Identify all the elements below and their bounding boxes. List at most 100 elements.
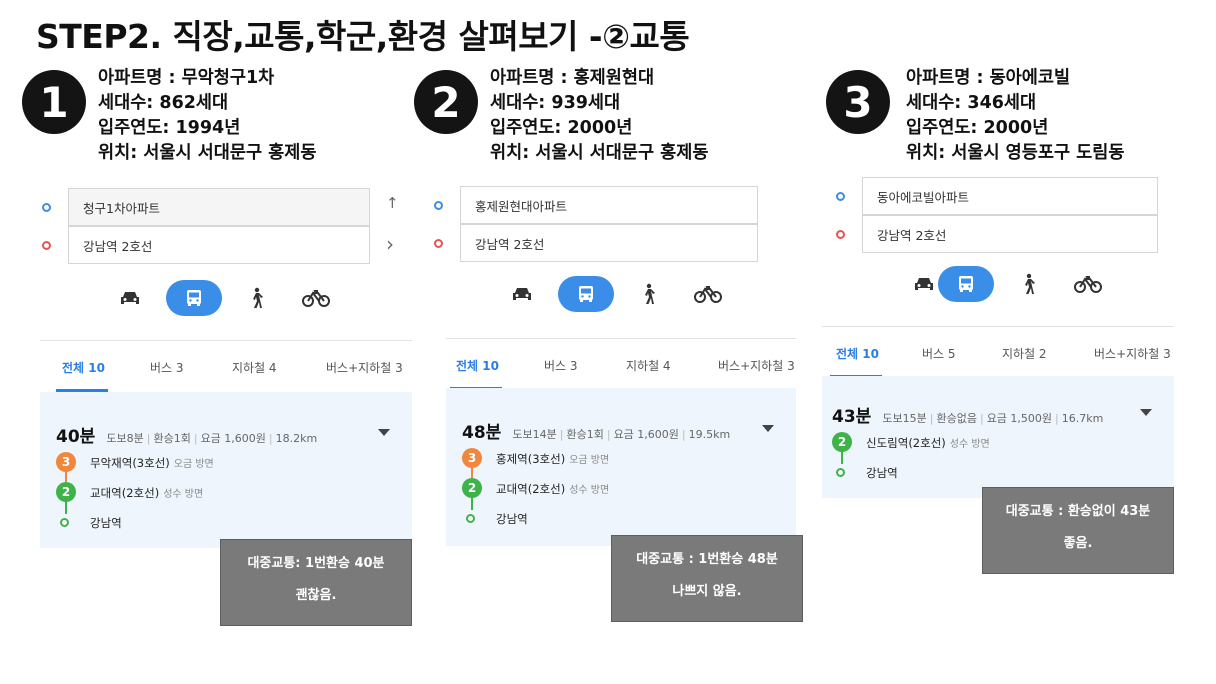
walk-mode-button[interactable] <box>232 280 280 316</box>
transport-modes <box>474 276 734 314</box>
transit-stop: 3 무악재역(3호선) 오금 방면 <box>56 452 396 474</box>
expand-caret-icon[interactable] <box>762 425 774 432</box>
distance: 18.2km <box>275 432 318 445</box>
origin-row: 청구1차아파트 <box>42 188 372 226</box>
bicycle-mode-button[interactable] <box>684 276 732 312</box>
transit-stop: 2 교대역(2호선) 성수 방면 <box>462 478 802 500</box>
origin-input[interactable]: 홍제원현대아파트 <box>460 186 758 224</box>
destination-row: 강남역 2호선 <box>42 226 372 264</box>
line-3-badge: 3 <box>56 452 76 472</box>
chevron-right-icon[interactable]: › <box>386 232 394 256</box>
note-line: 괜찮음. <box>295 588 337 603</box>
bicycle-mode-button[interactable] <box>1064 266 1112 302</box>
fare: 요금 1,600원 <box>200 432 266 445</box>
bus-mode-button[interactable] <box>166 280 222 316</box>
line-2-badge: 2 <box>462 478 482 498</box>
walk-time: 도보14분 <box>512 428 557 441</box>
walk-icon <box>253 287 263 308</box>
tab-all[interactable]: 전체 10 <box>836 345 879 362</box>
stop-name: 신도림역(2호선) 성수 방면 <box>866 436 990 450</box>
route-result[interactable]: 48분 도보14분 | 환승1회 | 요금 1,600원 | 19.5km 3 홍제역(3호… <box>446 388 796 546</box>
tab-bus-subway[interactable]: 버스+지하철 3 <box>1094 345 1171 362</box>
apartment-info: 아파트명 : 동아에코빌 세대수: 346세대 입주연도: 2000년 위치: … <box>906 66 1124 166</box>
travel-time: 48분 <box>462 423 502 443</box>
number-badge: 3 <box>826 70 890 134</box>
fare: 요금 1,500원 <box>986 412 1053 425</box>
walk-icon <box>645 283 655 304</box>
destination-stop: 강남역 <box>462 508 802 530</box>
travel-time: 40분 <box>56 427 96 447</box>
destination-input[interactable]: 강남역 2호선 <box>862 215 1158 253</box>
destination-input[interactable]: 강남역 2호선 <box>68 226 370 264</box>
bus-mode-button[interactable] <box>938 266 994 302</box>
route-result[interactable]: 40분 도보8분 | 환승1회 | 요금 1,600원 | 18.2km 3 무악재역(3호… <box>40 392 412 548</box>
bicycle-icon <box>1074 276 1102 293</box>
transit-stop: 2 신도림역(2호선) 성수 방면 <box>832 432 1172 454</box>
tab-bus-subway[interactable]: 버스+지하철 3 <box>326 359 403 376</box>
distance: 16.7km <box>1061 412 1104 425</box>
tab-all[interactable]: 전체 10 <box>456 357 499 374</box>
origin-dot-icon <box>42 203 51 212</box>
apartment-name: 아파트명 : 무악청구1차 <box>98 68 275 88</box>
line-2-badge: 2 <box>56 482 76 502</box>
transfer-count: 환승없음 <box>936 412 977 425</box>
origin-input[interactable]: 동아에코빌아파트 <box>862 177 1158 215</box>
origin-input[interactable]: 청구1차아파트 <box>68 188 370 226</box>
result-tabs: 전체 10 버스 3 지하철 4 버스+지하철 3 <box>40 340 412 392</box>
swap-arrow-icon[interactable]: ↑ <box>386 194 399 212</box>
apartment-info: 아파트명 : 홍제원현대 세대수: 939세대 입주연도: 2000년 위치: … <box>490 66 708 166</box>
walk-time: 도보8분 <box>106 432 144 445</box>
car-icon <box>121 292 139 304</box>
household-count: 세대수: 862세대 <box>98 93 229 113</box>
route-result[interactable]: 43분 도보15분 | 환승없음 | 요금 1,500원 | 16.7km 2 신도림역(2… <box>822 376 1174 498</box>
destination-name: 강남역 <box>866 466 898 480</box>
destination-name: 강남역 <box>496 512 528 526</box>
fare: 요금 1,600원 <box>613 428 679 441</box>
tab-bus-subway[interactable]: 버스+지하철 3 <box>718 357 795 374</box>
distance: 19.5km <box>688 428 731 441</box>
end-dot-icon <box>836 468 845 477</box>
destination-input[interactable]: 강남역 2호선 <box>460 224 758 262</box>
expand-caret-icon[interactable] <box>378 429 390 436</box>
tab-bus[interactable]: 버스 3 <box>150 359 184 376</box>
origin-row: 동아에코빌아파트 <box>836 177 1166 215</box>
route-inputs: 청구1차아파트 강남역 2호선 ↑ › <box>42 188 399 264</box>
walk-mode-button[interactable] <box>1004 266 1052 302</box>
apartment-name: 아파트명 : 홍제원현대 <box>490 68 655 88</box>
route-inputs: 동아에코빌아파트 강남역 2호선 <box>836 177 1166 253</box>
tab-bus[interactable]: 버스 3 <box>544 357 578 374</box>
tab-all[interactable]: 전체 10 <box>62 359 105 376</box>
bus-icon <box>579 286 593 302</box>
car-mode-button[interactable] <box>106 280 154 316</box>
end-dot-icon <box>60 518 69 527</box>
expand-caret-icon[interactable] <box>1140 409 1152 416</box>
destination-dot-icon <box>836 230 845 239</box>
number-badge: 2 <box>414 70 478 134</box>
route-summary: 40분 도보8분 | 환승1회 | 요금 1,600원 | 18.2km <box>56 427 318 447</box>
stop-name: 교대역(2호선) 성수 방면 <box>90 486 204 500</box>
bus-icon <box>959 276 973 292</box>
tab-subway[interactable]: 지하철 4 <box>626 357 671 374</box>
car-mode-button[interactable] <box>498 276 546 312</box>
result-tabs: 전체 10 버스 3 지하철 4 버스+지하철 3 <box>446 338 796 390</box>
apartment-info: 아파트명 : 무악청구1차 세대수: 862세대 입주연도: 1994년 위치:… <box>98 66 316 166</box>
tab-subway[interactable]: 지하철 2 <box>1002 345 1047 362</box>
walk-mode-button[interactable] <box>624 276 672 312</box>
tab-subway[interactable]: 지하철 4 <box>232 359 277 376</box>
end-dot-icon <box>466 514 475 523</box>
note-line: 나쁘지 않음. <box>672 584 742 599</box>
bus-mode-button[interactable] <box>558 276 614 312</box>
transit-stop: 3 홍제역(3호선) 오금 방면 <box>462 448 802 470</box>
destination-dot-icon <box>42 241 51 250</box>
line-3-badge: 3 <box>462 448 482 468</box>
transit-stop: 2 교대역(2호선) 성수 방면 <box>56 482 396 504</box>
tab-bus[interactable]: 버스 5 <box>922 345 956 362</box>
bicycle-mode-button[interactable] <box>292 280 340 316</box>
transit-note-2: 대중교통 : 1번환승 48분 나쁘지 않음. <box>611 535 803 622</box>
household-count: 세대수: 346세대 <box>906 93 1037 113</box>
location: 위치: 서울시 서대문구 홍제동 <box>98 143 317 163</box>
origin-row: 홍제원현대아파트 <box>434 186 764 224</box>
route-summary: 43분 도보15분 | 환승없음 | 요금 1,500원 | 16.7km <box>832 407 1104 427</box>
transport-modes <box>876 266 1136 304</box>
transport-modes <box>82 280 342 318</box>
